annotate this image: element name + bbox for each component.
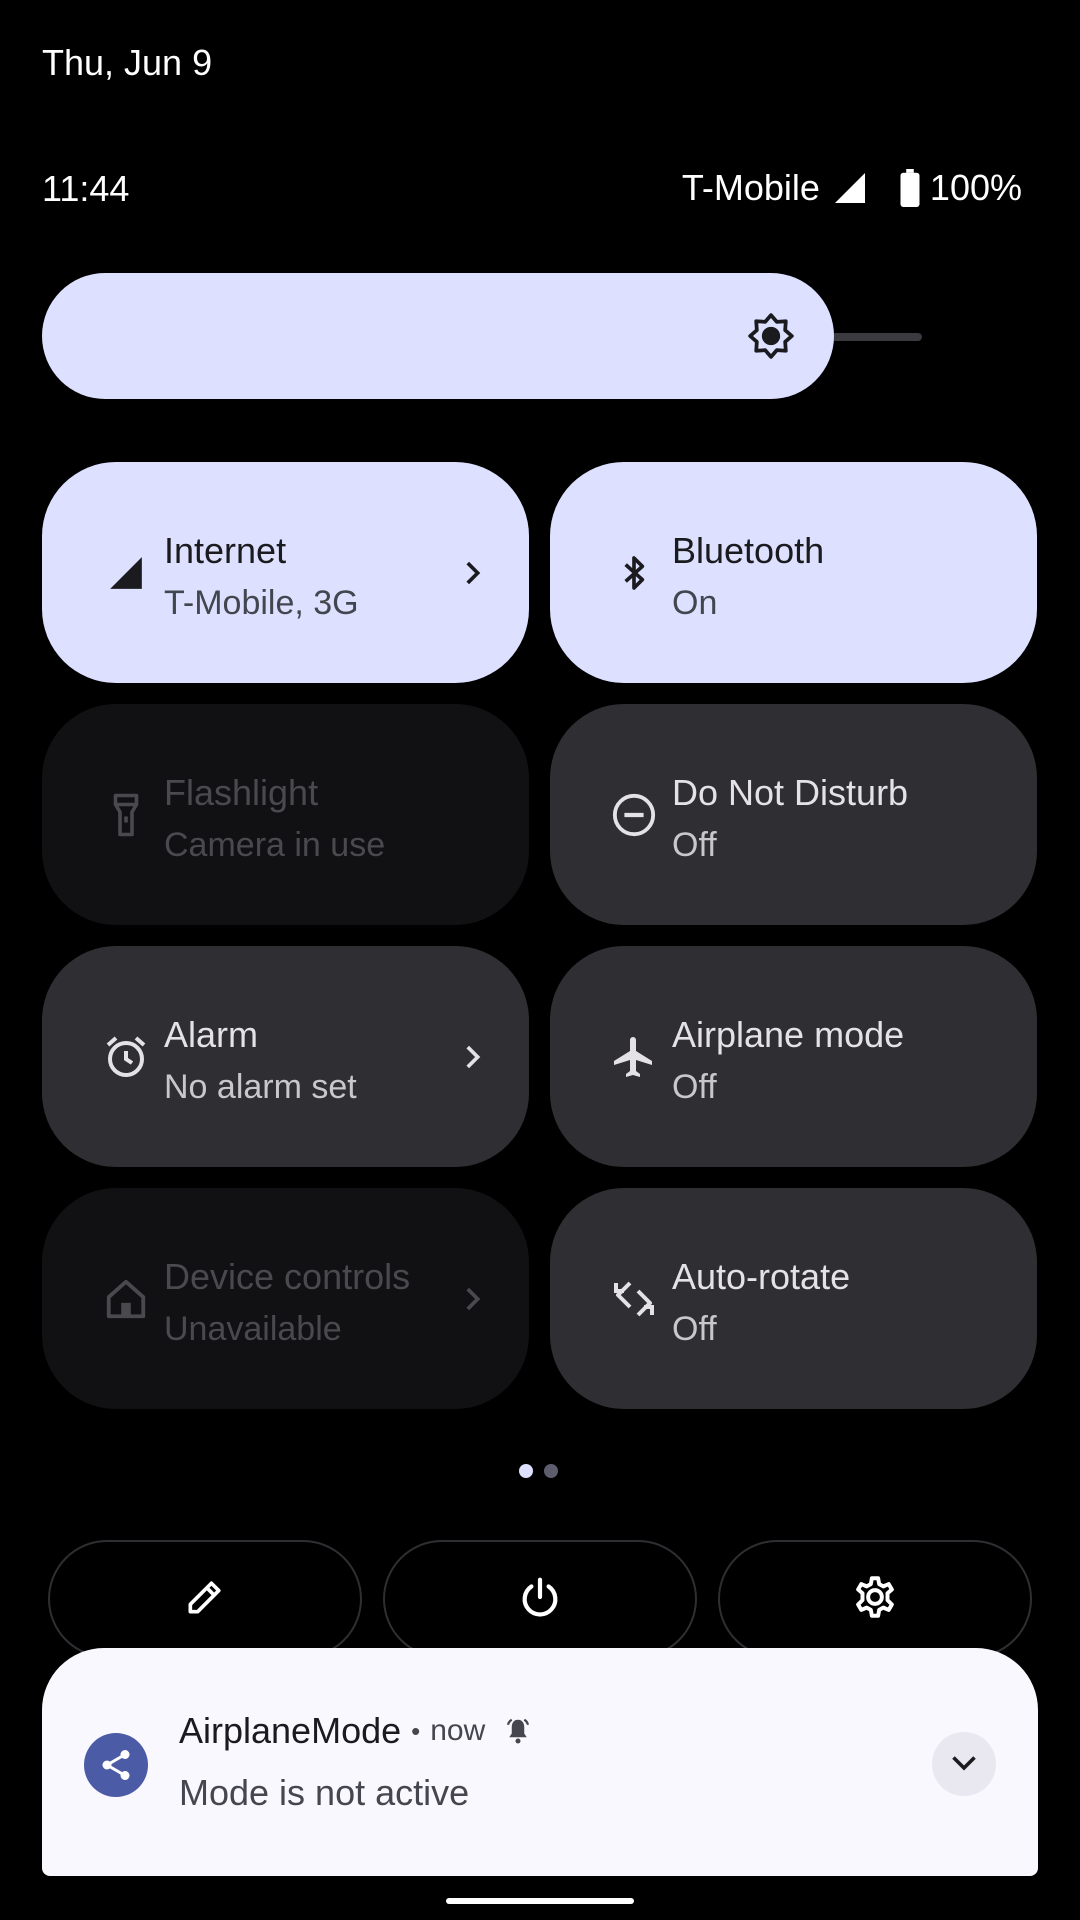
bell-icon xyxy=(503,1716,533,1746)
page-dot xyxy=(519,1464,533,1478)
signal-icon xyxy=(101,548,151,598)
tile-label: Bluetooth xyxy=(672,530,825,571)
settings-button[interactable] xyxy=(718,1540,1032,1658)
tile-bluetooth[interactable]: Bluetooth On xyxy=(550,462,1037,683)
alarm-icon xyxy=(101,1032,151,1082)
tile-label: Device controls xyxy=(164,1256,411,1297)
tile-subtitle: Off xyxy=(672,826,717,864)
tile-subtitle: Off xyxy=(672,1068,717,1106)
tile-label: Auto-rotate xyxy=(672,1256,851,1297)
signal-full-icon xyxy=(832,170,868,206)
separator-dot: • xyxy=(411,1715,421,1746)
power-button[interactable] xyxy=(383,1540,697,1658)
notification-app-name: AirplaneMode xyxy=(179,1710,402,1751)
chevron-right-icon xyxy=(455,1282,489,1316)
battery-percent: 100% xyxy=(929,167,1022,208)
chevron-down-icon xyxy=(946,1744,982,1785)
tile-label: Internet xyxy=(164,530,287,571)
tile-subtitle: Unavailable xyxy=(164,1310,342,1348)
battery-full-icon xyxy=(898,169,922,207)
carrier-label: T-Mobile xyxy=(681,167,820,208)
status-bar-right: T-Mobile 100% xyxy=(682,166,1022,210)
gear-icon xyxy=(850,1572,900,1627)
airplane-icon xyxy=(609,1032,659,1082)
tile-flashlight[interactable]: Flashlight Camera in use xyxy=(42,704,529,925)
brightness-fill[interactable] xyxy=(42,273,834,399)
tile-label: Airplane mode xyxy=(672,1014,905,1055)
page-dot xyxy=(544,1464,558,1478)
bluetooth-icon xyxy=(609,548,659,598)
tile-do-not-disturb[interactable]: Do Not Disturb Off xyxy=(550,704,1037,925)
brightness-icon xyxy=(746,311,796,361)
share-icon xyxy=(84,1733,148,1797)
chevron-right-icon xyxy=(455,1040,489,1074)
clock[interactable]: 11:44 xyxy=(42,168,129,210)
pencil-icon xyxy=(183,1575,227,1624)
tile-internet[interactable]: Internet T-Mobile, 3G xyxy=(42,462,529,683)
tile-subtitle: On xyxy=(672,584,718,622)
date-label: Thu, Jun 9 xyxy=(42,42,213,83)
tile-subtitle: T-Mobile, 3G xyxy=(164,584,359,622)
tile-label: Do Not Disturb xyxy=(672,772,909,813)
notification-text: Mode is not active xyxy=(179,1772,470,1813)
page-indicator xyxy=(519,1464,558,1478)
flashlight-icon xyxy=(101,790,151,840)
notification-time: now xyxy=(430,1714,486,1747)
home-gesture-bar[interactable] xyxy=(446,1898,634,1904)
tile-alarm[interactable]: Alarm No alarm set xyxy=(42,946,529,1167)
tile-device-controls[interactable]: Device controls Unavailable xyxy=(42,1188,529,1409)
notification-card[interactable]: AirplaneMode • now Mode is not active xyxy=(42,1648,1038,1876)
notification-header: AirplaneMode • now xyxy=(179,1710,533,1752)
edit-button[interactable] xyxy=(48,1540,362,1658)
tile-airplane-mode[interactable]: Airplane mode Off xyxy=(550,946,1037,1167)
tile-label: Alarm xyxy=(164,1014,259,1055)
tile-auto-rotate[interactable]: Auto-rotate Off xyxy=(550,1188,1037,1409)
tile-subtitle: Off xyxy=(672,1310,717,1348)
tile-subtitle: Camera in use xyxy=(164,826,386,864)
power-icon xyxy=(517,1574,563,1625)
brightness-slider[interactable] xyxy=(42,273,982,399)
tile-label: Flashlight xyxy=(164,772,319,813)
tile-subtitle: No alarm set xyxy=(164,1068,357,1106)
home-icon xyxy=(101,1274,151,1324)
auto-rotate-icon xyxy=(609,1274,659,1324)
chevron-right-icon xyxy=(455,556,489,590)
quick-settings-shade: Thu, Jun 9 11:44 T-Mobile 100% Internet … xyxy=(0,0,1080,1920)
do-not-disturb-icon xyxy=(609,790,659,840)
expand-button[interactable] xyxy=(932,1732,996,1796)
